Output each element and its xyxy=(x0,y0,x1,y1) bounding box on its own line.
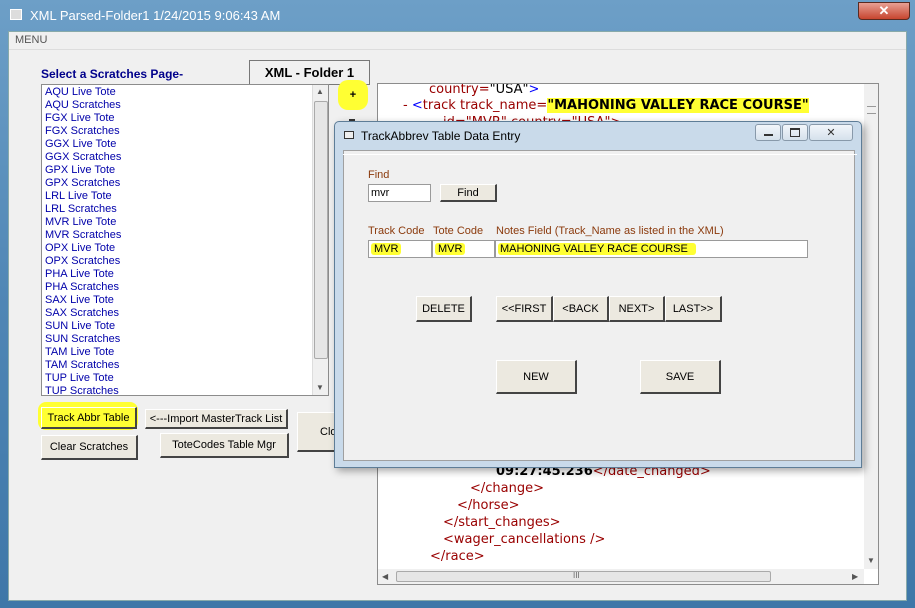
xml-hscroll[interactable]: ◀ III ▶ xyxy=(378,569,864,584)
scratches-page-list[interactable]: AQU Live Tote AQU Scratches FGX Live Tote F… xyxy=(41,84,329,396)
list-item[interactable]: TAM Scratches xyxy=(43,359,313,372)
xml-line: </start_changes> xyxy=(443,515,561,530)
xml-line-country: country="USA"> xyxy=(429,83,540,97)
save-button[interactable]: SAVE xyxy=(640,360,721,394)
xml-line: </horse> xyxy=(457,498,519,513)
hscroll-grip: III xyxy=(573,571,580,580)
scroll-grip-icon xyxy=(867,106,876,114)
select-page-label: Select a Scratches Page- xyxy=(41,67,184,81)
list-scrollbar[interactable]: ▲ ▼ xyxy=(312,85,328,395)
app-icon xyxy=(10,9,22,20)
find-label: Find xyxy=(368,169,390,181)
dialog-title: TrackAbbrev Table Data Entry xyxy=(361,129,521,143)
track-code-field[interactable]: MVR xyxy=(368,240,432,258)
list-item[interactable]: TAM Live Tote xyxy=(43,346,313,359)
list-item[interactable]: PHA Live Tote xyxy=(43,268,313,281)
close-icon[interactable]: ✕ xyxy=(858,2,910,20)
list-item[interactable]: MVR Live Tote xyxy=(43,216,313,229)
dialog-titlebar[interactable]: TrackAbbrev Table Data Entry ✕ xyxy=(335,122,861,148)
tote-code-value: MVR xyxy=(435,243,466,255)
list-item[interactable]: FGX Scratches xyxy=(43,125,313,138)
xml-tag: </race> xyxy=(430,549,485,564)
find-button[interactable]: Find xyxy=(440,184,497,202)
list-item[interactable]: LRL Live Tote xyxy=(43,190,313,203)
list-item[interactable]: LRL Scratches xyxy=(43,203,313,216)
delete-button[interactable]: DELETE xyxy=(416,296,472,322)
track-abbr-button[interactable]: Track Abbr Table xyxy=(41,407,137,429)
import-mastertrack-button[interactable]: <---Import MasterTrack List xyxy=(145,409,288,429)
next-button[interactable]: NEXT> xyxy=(609,296,665,322)
xml-line: <wager_cancellations /> xyxy=(443,532,605,547)
xml-line-track: - <track track_name="MAHONING VALLEY RAC… xyxy=(403,98,809,113)
main-window-title: XML Parsed-Folder1 1/24/2015 9:06:43 AM xyxy=(30,8,281,23)
list-item[interactable]: TUP Live Tote xyxy=(43,372,313,385)
list-item[interactable]: AQU Scratches xyxy=(43,99,313,112)
menu-bar: MENU xyxy=(9,32,906,50)
scroll-up-icon[interactable]: ▲ xyxy=(316,87,324,96)
first-button[interactable]: <<FIRST xyxy=(496,296,553,322)
notes-field[interactable]: MAHONING VALLEY RACE COURSE xyxy=(495,240,808,258)
hscroll-thumb[interactable]: III xyxy=(396,571,771,582)
list-item[interactable]: GGX Live Tote xyxy=(43,138,313,151)
dialog-body: Find mvr Find Track Code Tote Code Notes… xyxy=(343,150,857,461)
xml-line: </race> xyxy=(430,549,485,564)
trackabbrev-dialog: TrackAbbrev Table Data Entry ✕ Find mvr … xyxy=(334,121,862,468)
menu-item-menu[interactable]: MENU xyxy=(15,34,47,46)
list-item[interactable]: GPX Live Tote xyxy=(43,164,313,177)
scroll-right-icon[interactable]: ▶ xyxy=(852,572,858,581)
notes-field-label: Notes Field (Track_Name as listed in the… xyxy=(496,225,724,237)
scroll-down-icon[interactable]: ▼ xyxy=(867,556,875,565)
xml-line: </change> xyxy=(470,481,544,496)
maximize-icon[interactable] xyxy=(782,124,808,141)
list-item[interactable]: AQU Live Tote xyxy=(43,86,313,99)
expand-button[interactable]: + xyxy=(344,86,362,104)
list-item[interactable]: SUN Live Tote xyxy=(43,320,313,333)
find-input[interactable]: mvr xyxy=(368,184,431,202)
list-item[interactable]: PHA Scratches xyxy=(43,281,313,294)
list-item[interactable]: SUN Scratches xyxy=(43,333,313,346)
xml-tag: </horse> xyxy=(457,498,520,513)
scroll-down-icon[interactable]: ▼ xyxy=(316,383,324,392)
back-button[interactable]: <BACK xyxy=(553,296,609,322)
xml-tag: <wager_cancellations /> xyxy=(443,532,606,547)
scroll-thumb[interactable] xyxy=(314,101,328,359)
list-item[interactable]: OPX Live Tote xyxy=(43,242,313,255)
main-window-titlebar[interactable]: XML Parsed-Folder1 1/24/2015 9:06:43 AM … xyxy=(0,0,915,30)
dialog-close-icon[interactable]: ✕ xyxy=(809,124,853,141)
list-item[interactable]: GGX Scratches xyxy=(43,151,313,164)
track-code-value: MVR xyxy=(371,243,402,255)
xml-tag: </change> xyxy=(470,481,545,496)
clear-scratches-button[interactable]: Clear Scratches xyxy=(41,435,138,460)
list-item[interactable]: MVR Scratches xyxy=(43,229,313,242)
xml-vscroll[interactable]: ▼ xyxy=(864,84,878,569)
minimize-icon[interactable] xyxy=(755,124,781,141)
totecodes-button[interactable]: ToteCodes Table Mgr xyxy=(160,433,289,458)
dialog-app-icon xyxy=(344,131,354,139)
notes-value: MAHONING VALLEY RACE COURSE xyxy=(498,243,696,255)
xml-tag: </start_changes> xyxy=(443,515,561,530)
list-item[interactable]: TUP Scratches xyxy=(43,385,313,395)
tote-code-field[interactable]: MVR xyxy=(432,240,495,258)
list-item[interactable]: FGX Live Tote xyxy=(43,112,313,125)
list-item[interactable]: SAX Live Tote xyxy=(43,294,313,307)
last-button[interactable]: LAST>> xyxy=(665,296,722,322)
scroll-left-icon[interactable]: ◀ xyxy=(382,572,388,581)
list-item[interactable]: SAX Scratches xyxy=(43,307,313,320)
list-item[interactable]: OPX Scratches xyxy=(43,255,313,268)
list-item[interactable]: GPX Scratches xyxy=(43,177,313,190)
tote-code-label: Tote Code xyxy=(433,225,484,237)
track-code-label: Track Code xyxy=(368,225,425,237)
new-button[interactable]: NEW xyxy=(496,360,577,394)
